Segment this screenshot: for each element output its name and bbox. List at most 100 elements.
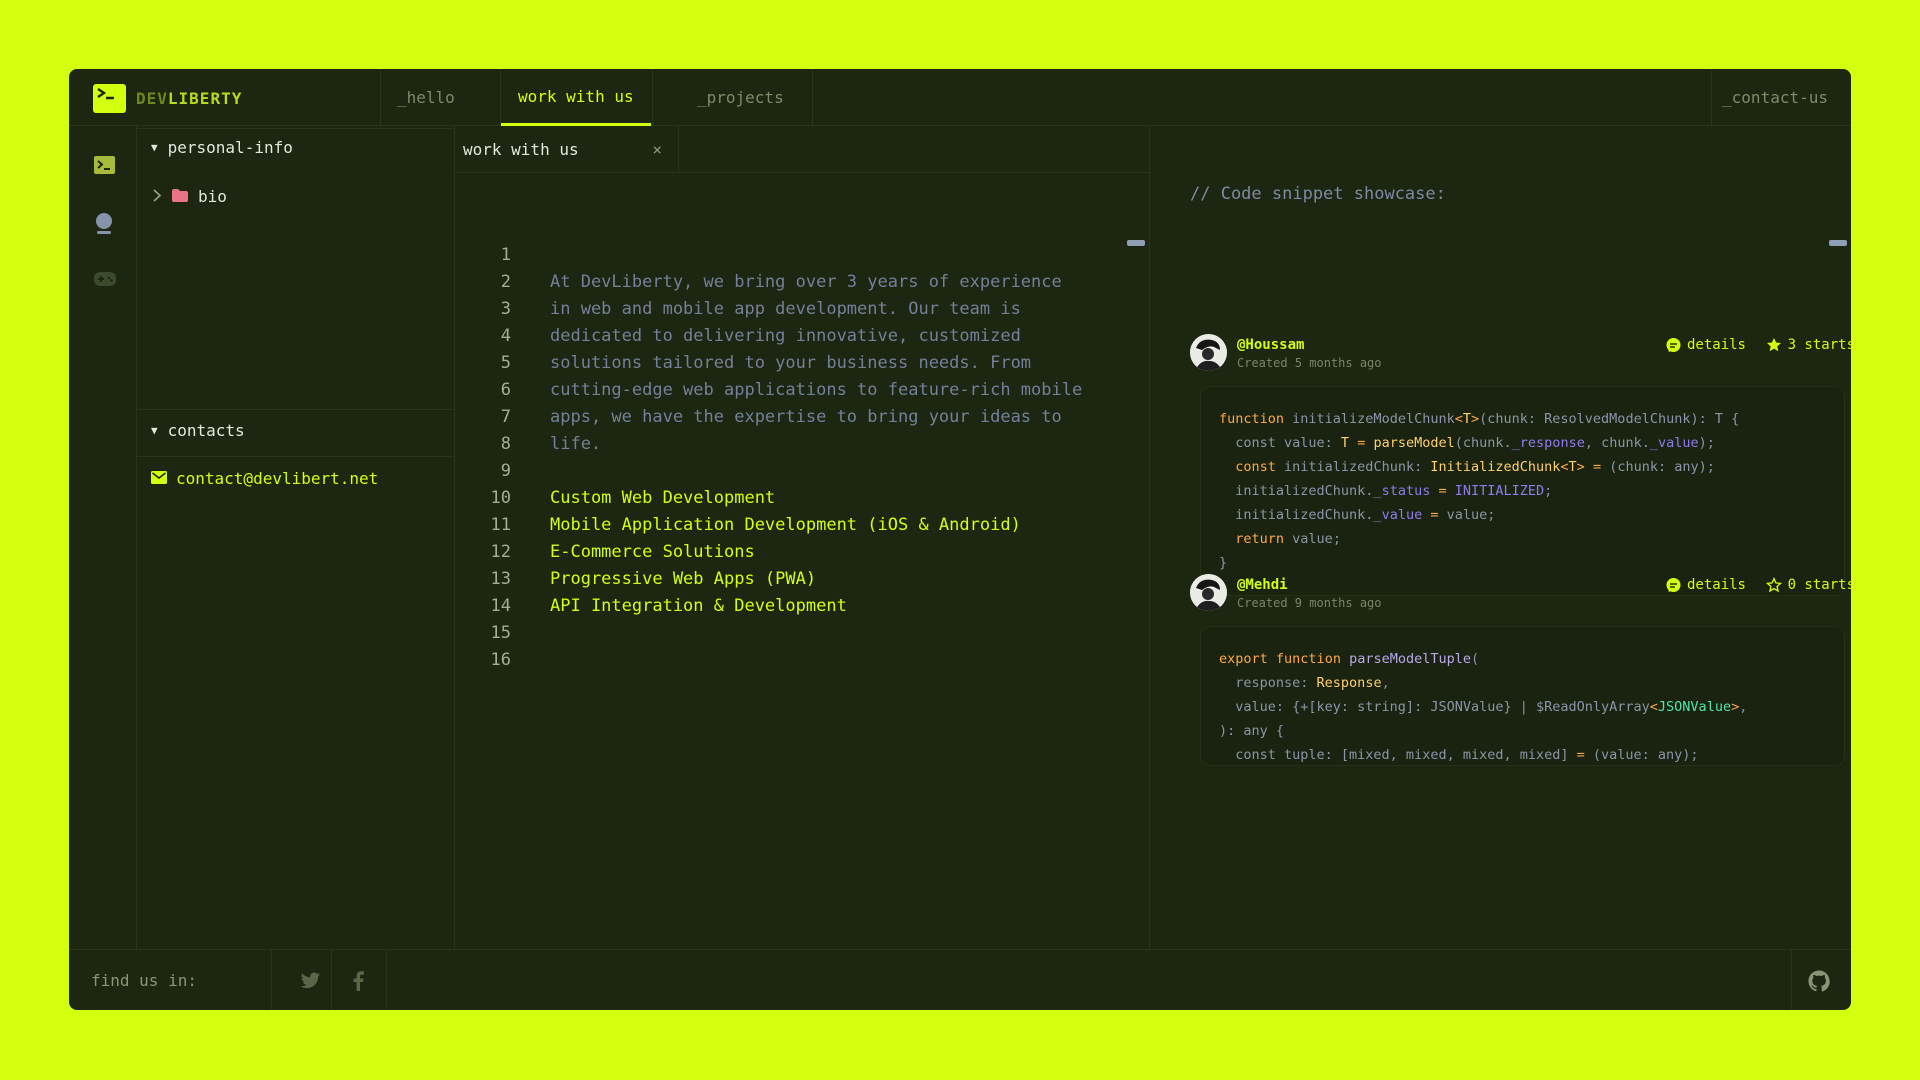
section-divider <box>137 128 455 129</box>
app-window: DEVLIBERTY _hello work with us _projects… <box>69 69 1851 1010</box>
snippet-author[interactable]: @Houssam <box>1237 337 1304 353</box>
details-label: details <box>1686 577 1746 593</box>
service-line: Progressive Web Apps (PWA) <box>550 569 817 589</box>
brand-part-dev: DEV <box>136 88 168 108</box>
snippet-time: Created 9 months ago <box>1237 596 1382 610</box>
star-button[interactable]: 0 starts <box>1765 577 1851 593</box>
footer-divider <box>331 950 332 1010</box>
mail-icon <box>151 469 167 488</box>
activity-bar <box>69 126 137 949</box>
code-line: cutting-edge web applications to feature… <box>550 380 1083 400</box>
line-number: 13 <box>490 569 511 589</box>
brand-name: DEVLIBERTY <box>136 89 242 108</box>
line-number: 11 <box>490 515 511 535</box>
line-number: 15 <box>490 623 511 643</box>
line-number: 8 <box>500 434 511 454</box>
code-snippet: function initializeModelChunk<T>(chunk: … <box>1200 386 1845 596</box>
nav-divider <box>812 69 813 126</box>
details-button[interactable]: details <box>1666 577 1746 593</box>
line-number: 3 <box>500 299 511 319</box>
caret-down-icon: ▼ <box>151 424 158 437</box>
brand-part-liberty: LIBERTY <box>167 88 243 108</box>
line-number: 5 <box>500 353 511 373</box>
comment-icon <box>1666 577 1681 592</box>
snippet-author[interactable]: @Mehdi <box>1237 577 1288 593</box>
terminal-icon[interactable] <box>94 156 115 178</box>
service-line: Mobile Application Development (iOS & An… <box>550 515 1021 535</box>
footer: find us in: <box>69 949 1851 1010</box>
star-filled-icon <box>1766 338 1781 352</box>
file-tab-work-with-us[interactable]: work with us × <box>455 126 679 172</box>
email-text: contact@devlibert.net <box>176 469 379 488</box>
editor-content: At DevLiberty, we bring over 3 years of … <box>550 242 1082 674</box>
code-line: in web and mobile app development. Our t… <box>550 299 1021 319</box>
footer-divider <box>271 950 272 1010</box>
code-line: apps, we have the expertise to bring you… <box>550 407 1062 427</box>
service-line: Custom Web Development <box>550 488 776 508</box>
line-number: 1 <box>500 245 511 265</box>
line-number-gutter: 1 2 3 4 5 6 7 8 9 10 11 12 13 14 15 16 <box>455 242 511 674</box>
snippet-card: @Mehdi Created 9 months ago details 0 st… <box>1190 574 1851 804</box>
editor-scrollbar[interactable] <box>1127 240 1145 246</box>
section-personal-info[interactable]: ▼ personal-info <box>151 138 293 157</box>
line-number: 14 <box>490 596 511 616</box>
section-label: personal-info <box>167 138 293 157</box>
chevron-right-icon <box>153 187 162 206</box>
twitter-icon[interactable] <box>300 950 321 1010</box>
showcase-title: // Code snippet showcase: <box>1190 184 1446 204</box>
facebook-icon[interactable] <box>353 950 364 1010</box>
star-outline-icon <box>1765 577 1782 593</box>
contact-email[interactable]: contact@devlibert.net <box>151 469 378 488</box>
logo[interactable]: DEVLIBERTY <box>93 83 242 113</box>
details-label: details <box>1686 337 1746 353</box>
close-icon[interactable]: × <box>652 140 662 159</box>
line-number: 16 <box>490 650 511 670</box>
terminal-logo-icon <box>93 83 126 113</box>
tabbar-divider <box>455 172 1150 173</box>
service-line: E-Commerce Solutions <box>550 542 755 562</box>
code-line: dedicated to delivering innovative, cust… <box>550 326 1021 346</box>
line-number: 6 <box>500 380 511 400</box>
showcase-scrollbar[interactable] <box>1829 240 1847 246</box>
code-line: life. <box>550 434 602 454</box>
code-line: solutions tailored to your business need… <box>550 353 1032 373</box>
line-number: 12 <box>490 542 511 562</box>
section-contacts[interactable]: ▼ contacts <box>151 421 245 440</box>
footer-divider <box>386 950 387 1010</box>
comment-icon <box>1666 337 1681 352</box>
user-icon[interactable] <box>94 212 114 238</box>
service-line: API Integration & Development <box>550 596 847 616</box>
file-tab-label: work with us <box>463 139 579 159</box>
line-number: 7 <box>500 407 511 427</box>
footer-divider <box>1791 950 1792 1010</box>
snippet-card: @Houssam Created 5 months ago details 3 … <box>1190 334 1851 604</box>
snippet-time: Created 5 months ago <box>1237 356 1382 370</box>
line-number: 9 <box>500 461 511 481</box>
folder-bio[interactable]: bio <box>153 187 227 206</box>
code-line: At DevLiberty, we bring over 3 years of … <box>550 272 1062 292</box>
star-button[interactable]: 3 starts <box>1766 337 1851 353</box>
nav-divider <box>652 69 653 126</box>
avatar[interactable] <box>1190 334 1227 371</box>
section-divider <box>137 456 455 457</box>
github-icon[interactable] <box>1808 950 1830 1010</box>
tab-hello[interactable]: _hello <box>380 69 472 126</box>
tab-projects[interactable]: _projects <box>680 69 801 126</box>
tab-work-with-us[interactable]: work with us <box>501 69 651 126</box>
snippet-showcase: // Code snippet showcase: @Houssam Creat… <box>1150 126 1851 949</box>
gamepad-icon[interactable] <box>94 271 116 291</box>
folder-icon <box>172 187 188 206</box>
details-button[interactable]: details <box>1666 337 1746 353</box>
line-number: 4 <box>500 326 511 346</box>
folder-label: bio <box>198 187 227 206</box>
section-divider <box>137 409 455 410</box>
stars-count: 3 starts <box>1787 337 1851 353</box>
top-nav: DEVLIBERTY _hello work with us _projects… <box>69 69 1851 126</box>
tab-contact-us[interactable]: _contact-us <box>1705 69 1845 126</box>
stars-count: 0 starts <box>1787 577 1851 593</box>
editor-panel: work with us × 1 2 3 4 5 6 7 8 9 10 11 12 13 14 15 16 A… <box>455 126 1150 949</box>
avatar[interactable] <box>1190 574 1227 611</box>
